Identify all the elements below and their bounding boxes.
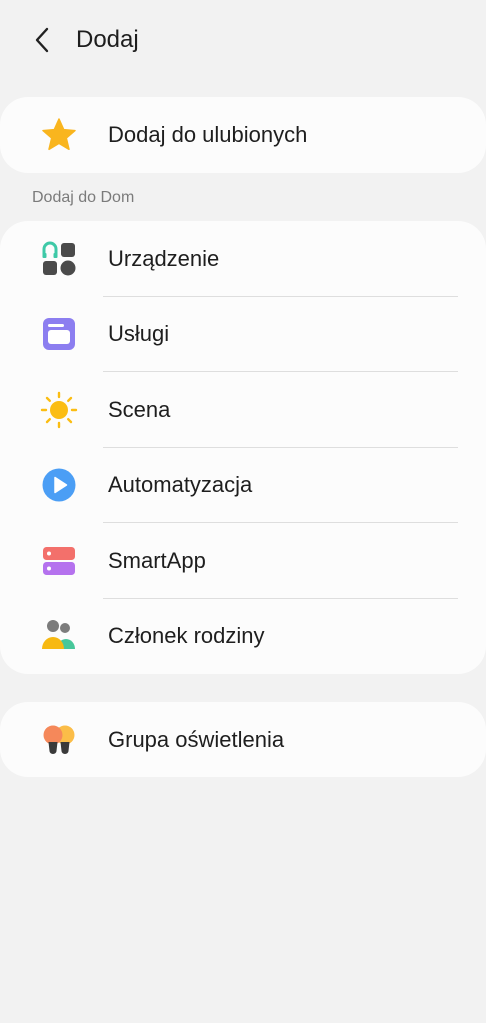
scene-sun-icon (40, 391, 78, 429)
star-icon (40, 116, 78, 154)
lighting-card: Grupa oświetlenia (0, 702, 486, 777)
light-bulbs-icon (40, 721, 78, 759)
list-item-services[interactable]: Usługi (0, 297, 486, 372)
list-item-device[interactable]: Urządzenie (0, 221, 486, 297)
automation-play-icon (40, 466, 78, 504)
list-item-family-member[interactable]: Członek rodziny (0, 599, 486, 675)
device-grid-icon (40, 240, 78, 278)
lighting-group-label: Grupa oświetlenia (108, 727, 285, 752)
add-to-home-card: Urządzenie Usługi Scena Automatyzacja Sm… (0, 221, 486, 674)
list-item-automation[interactable]: Automatyzacja (0, 448, 486, 523)
section-heading: Dodaj do Dom (32, 189, 135, 206)
chevron-left-icon (35, 27, 49, 53)
add-to-favorites-item[interactable]: Dodaj do ulubionych (0, 97, 486, 173)
smartapp-icon (40, 542, 78, 580)
list-item-label: Automatyzacja (108, 472, 253, 498)
favorites-card: Dodaj do ulubionych (0, 97, 486, 173)
family-member-icon (40, 617, 78, 655)
add-to-favorites-label: Dodaj do ulubionych (108, 122, 308, 147)
list-item-label: Urządzenie (108, 245, 220, 271)
list-item-label: Członek rodziny (108, 623, 265, 649)
page-title: Dodaj (76, 26, 139, 53)
services-icon (40, 315, 78, 353)
lighting-group-item[interactable]: Grupa oświetlenia (0, 702, 486, 778)
back-button[interactable] (24, 22, 60, 58)
app-header: Dodaj (0, 0, 486, 80)
list-item-scene[interactable]: Scena (0, 372, 486, 448)
list-item-label: SmartApp (108, 547, 206, 573)
list-item-label: Usługi (108, 321, 170, 347)
list-item-smartapp[interactable]: SmartApp (0, 523, 486, 599)
list-item-label: Scena (108, 396, 171, 422)
